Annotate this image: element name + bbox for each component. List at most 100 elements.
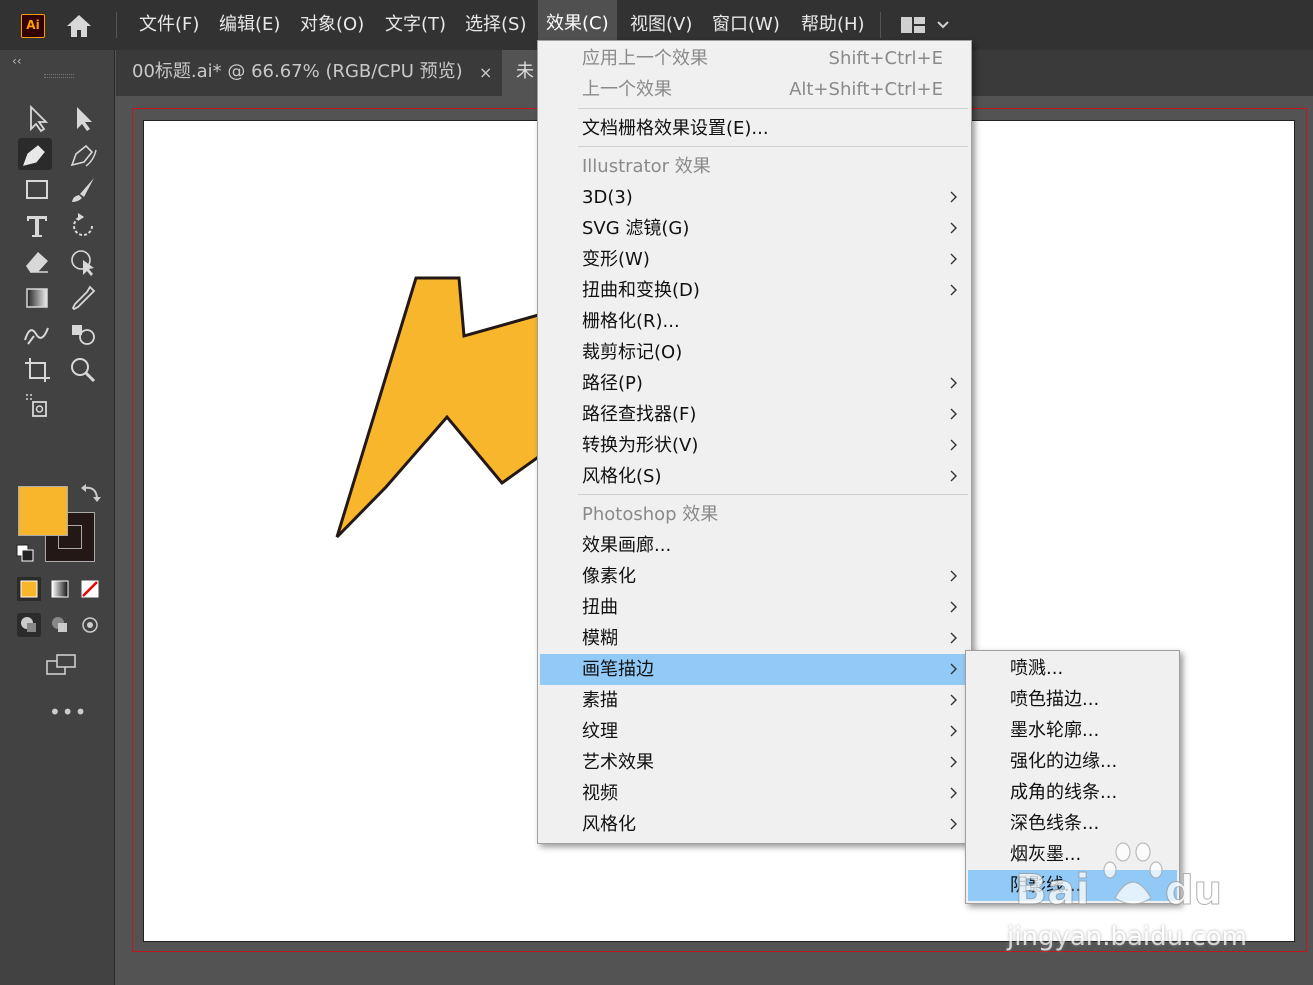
chevron-right-icon (950, 725, 957, 737)
chevron-right-icon (950, 408, 957, 420)
collapse-panel-icon[interactable]: ‹‹ (12, 54, 22, 68)
chevron-right-icon (950, 694, 957, 706)
menu-effect-gallery[interactable]: 效果画廊... (540, 530, 969, 561)
edit-toolbar-icon[interactable] (20, 390, 54, 422)
document-tab-title: 00标题.ai* @ 66.67% (RGB/CPU 预览) (132, 61, 463, 82)
menu-distort[interactable]: 扭曲 (540, 592, 969, 623)
menu-video[interactable]: 视频 (540, 778, 969, 809)
menu-divider (880, 12, 881, 38)
menu-pathfinder[interactable]: 路径查找器(F) (540, 399, 969, 430)
eraser-tool-icon[interactable] (20, 246, 54, 278)
submenu-sprayed-strokes[interactable]: 喷色描边... (968, 684, 1177, 715)
eyedropper-tool-icon[interactable] (66, 282, 100, 314)
fill-color-swatch[interactable] (18, 486, 68, 536)
menu-header-photoshop-effects: Photoshop 效果 (582, 504, 719, 525)
menu-stylize-illustrator[interactable]: 风格化(S) (540, 461, 969, 492)
submenu-spatter[interactable]: 喷溅... (968, 653, 1177, 684)
menu-file[interactable]: 文件(F) (131, 0, 207, 50)
menu-document-raster-settings[interactable]: 文档栅格效果设置(E)... (540, 113, 969, 144)
puppet-warp-tool-icon[interactable] (66, 246, 100, 278)
direct-selection-tool-icon[interactable] (66, 102, 100, 134)
color-mode-icon[interactable] (16, 576, 42, 602)
close-tab-icon[interactable]: × (479, 50, 492, 96)
submenu-crosshatch[interactable]: 阴影线... (968, 870, 1177, 901)
menu-select[interactable]: 选择(S) (457, 0, 534, 50)
chevron-right-icon (950, 222, 957, 234)
gradient-mode-icon[interactable] (47, 576, 73, 602)
menu-object[interactable]: 对象(O) (292, 0, 372, 50)
screen-mode-icon[interactable] (44, 652, 80, 678)
zoom-tool-icon[interactable] (66, 354, 100, 386)
menu-rasterize[interactable]: 栅格化(R)... (540, 306, 969, 337)
more-tools-icon[interactable]: ••• (49, 700, 87, 724)
chevron-right-icon (950, 787, 957, 799)
menu-edit[interactable]: 编辑(E) (211, 0, 288, 50)
shape-builder-tool-icon[interactable] (66, 318, 100, 350)
submenu-sumi-e[interactable]: 烟灰墨... (968, 839, 1177, 870)
menu-artistic[interactable]: 艺术效果 (540, 747, 969, 778)
menu-distort-transform[interactable]: 扭曲和变换(D) (540, 275, 969, 306)
menu-apply-last-effect[interactable]: 应用上一个效果 Shift+Ctrl+E (540, 43, 969, 74)
menu-header-illustrator-effects: Illustrator 效果 (582, 156, 711, 177)
pen-tool-icon[interactable] (18, 138, 52, 170)
draw-normal-icon[interactable] (16, 612, 42, 638)
menu-3d[interactable]: 3D(3) (540, 182, 969, 213)
chevron-right-icon (950, 191, 957, 203)
submenu-dark-strokes[interactable]: 深色线条... (968, 808, 1177, 839)
chevron-right-icon (950, 253, 957, 265)
menu-stylize-photoshop[interactable]: 风格化 (540, 809, 969, 840)
chevron-right-icon (950, 377, 957, 389)
swap-fill-stroke-icon[interactable] (78, 480, 104, 506)
menu-divider (116, 12, 117, 38)
type-tool-icon[interactable] (20, 210, 54, 242)
rotate-tool-icon[interactable] (66, 210, 100, 242)
chevron-right-icon (950, 570, 957, 582)
menu-separator (578, 146, 968, 147)
menu-blur[interactable]: 模糊 (540, 623, 969, 654)
menu-last-effect[interactable]: 上一个效果 Alt+Shift+Ctrl+E (540, 74, 969, 105)
blend-tool-icon[interactable] (20, 318, 54, 350)
menu-separator (578, 108, 968, 109)
chevron-right-icon (950, 439, 957, 451)
menu-texture[interactable]: 纹理 (540, 716, 969, 747)
menu-path[interactable]: 路径(P) (540, 368, 969, 399)
submenu-ink-outlines[interactable]: 墨水轮廓... (968, 715, 1177, 746)
menu-sketch[interactable]: 素描 (540, 685, 969, 716)
chevron-right-icon (950, 818, 957, 830)
chevron-right-icon (950, 601, 957, 613)
curvature-tool-icon[interactable] (66, 138, 100, 170)
draw-behind-icon[interactable] (47, 612, 73, 638)
menu-brush-strokes[interactable]: 画笔描边 (540, 654, 969, 685)
menu-pixelate[interactable]: 像素化 (540, 561, 969, 592)
menu-warp[interactable]: 变形(W) (540, 244, 969, 275)
selection-tool-icon[interactable] (20, 102, 54, 134)
app-logo[interactable]: Ai (21, 14, 45, 38)
chevron-right-icon (950, 663, 957, 675)
menu-convert-to-shape[interactable]: 转换为形状(V) (540, 430, 969, 461)
effect-menu-dropdown: 应用上一个效果 Shift+Ctrl+E 上一个效果 Alt+Shift+Ctr… (537, 40, 972, 844)
default-fill-stroke-icon[interactable] (14, 542, 40, 568)
brush-strokes-submenu: 喷溅... 喷色描边... 墨水轮廓... 强化的边缘... 成角的线条... … (965, 650, 1180, 904)
artboard-tool-icon[interactable] (20, 354, 54, 386)
document-tab[interactable]: 00标题.ai* @ 66.67% (RGB/CPU 预览) × (116, 50, 502, 96)
chevron-right-icon (950, 632, 957, 644)
chevron-right-icon (950, 470, 957, 482)
home-icon[interactable] (64, 12, 94, 40)
rectangle-tool-icon[interactable] (20, 174, 54, 206)
menu-separator (578, 494, 968, 495)
chevron-right-icon (950, 284, 957, 296)
gradient-tool-icon[interactable] (20, 282, 54, 314)
tools-panel: ‹‹ ••• (0, 50, 115, 985)
menu-svg-filters[interactable]: SVG 滤镜(G) (540, 213, 969, 244)
none-mode-icon[interactable] (77, 576, 103, 602)
panel-grip[interactable] (44, 74, 74, 78)
workspace-switcher-icon[interactable] (898, 14, 954, 36)
document-tab-2-title: 未 (516, 61, 534, 82)
draw-inside-icon[interactable] (77, 612, 103, 638)
submenu-accented-edges[interactable]: 强化的边缘... (968, 746, 1177, 777)
menu-crop-marks[interactable]: 裁剪标记(O) (540, 337, 969, 368)
menu-type[interactable]: 文字(T) (377, 0, 454, 50)
menu-effect[interactable]: 效果(C) (538, 0, 617, 40)
paintbrush-tool-icon[interactable] (66, 174, 100, 206)
submenu-angled-strokes[interactable]: 成角的线条... (968, 777, 1177, 808)
